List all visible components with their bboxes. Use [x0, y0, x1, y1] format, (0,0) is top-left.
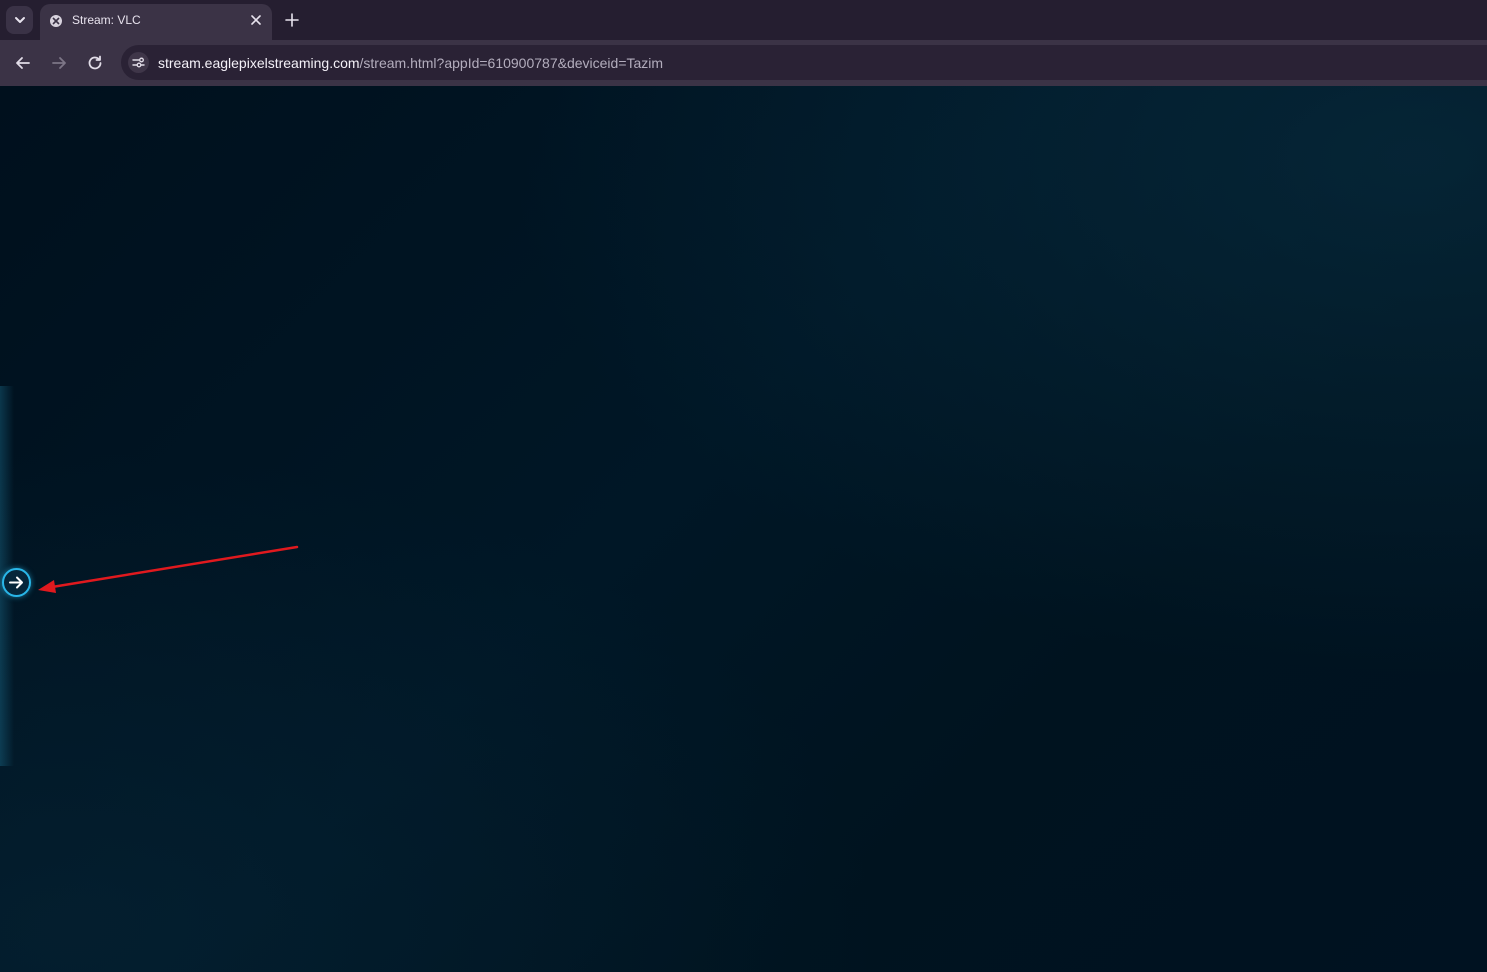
url-host: stream.eaglepixelstreaming.com [158, 55, 360, 71]
globe-icon [50, 15, 62, 27]
tab-search-button[interactable] [6, 6, 33, 34]
chevron-down-icon [14, 17, 25, 23]
site-info-button[interactable] [128, 52, 149, 73]
stream-viewport[interactable] [0, 86, 1487, 972]
reload-icon[interactable] [84, 52, 106, 74]
expand-panel-button[interactable] [2, 568, 31, 597]
tune-icon [132, 57, 145, 68]
close-icon[interactable] [249, 13, 263, 27]
plus-icon[interactable] [283, 11, 301, 29]
tab-strip: Stream: VLC [0, 0, 1487, 40]
arrow-right-icon[interactable] [48, 52, 70, 74]
url-text: stream.eaglepixelstreaming.com/stream.ht… [158, 55, 663, 71]
browser-window: Stream: VLC stream.eaglepixelstreaming.c… [0, 0, 1487, 972]
active-tab[interactable]: Stream: VLC [40, 4, 272, 40]
tab-title: Stream: VLC [72, 13, 141, 27]
arrow-right-circle-icon [9, 576, 23, 589]
browser-toolbar: stream.eaglepixelstreaming.com/stream.ht… [0, 40, 1487, 126]
arrow-left-icon[interactable] [12, 52, 34, 74]
url-path: /stream.html?appId=610900787&deviceid=Ta… [359, 55, 664, 71]
annotation-arrow [38, 545, 299, 593]
address-bar[interactable]: stream.eaglepixelstreaming.com/stream.ht… [121, 45, 1487, 80]
